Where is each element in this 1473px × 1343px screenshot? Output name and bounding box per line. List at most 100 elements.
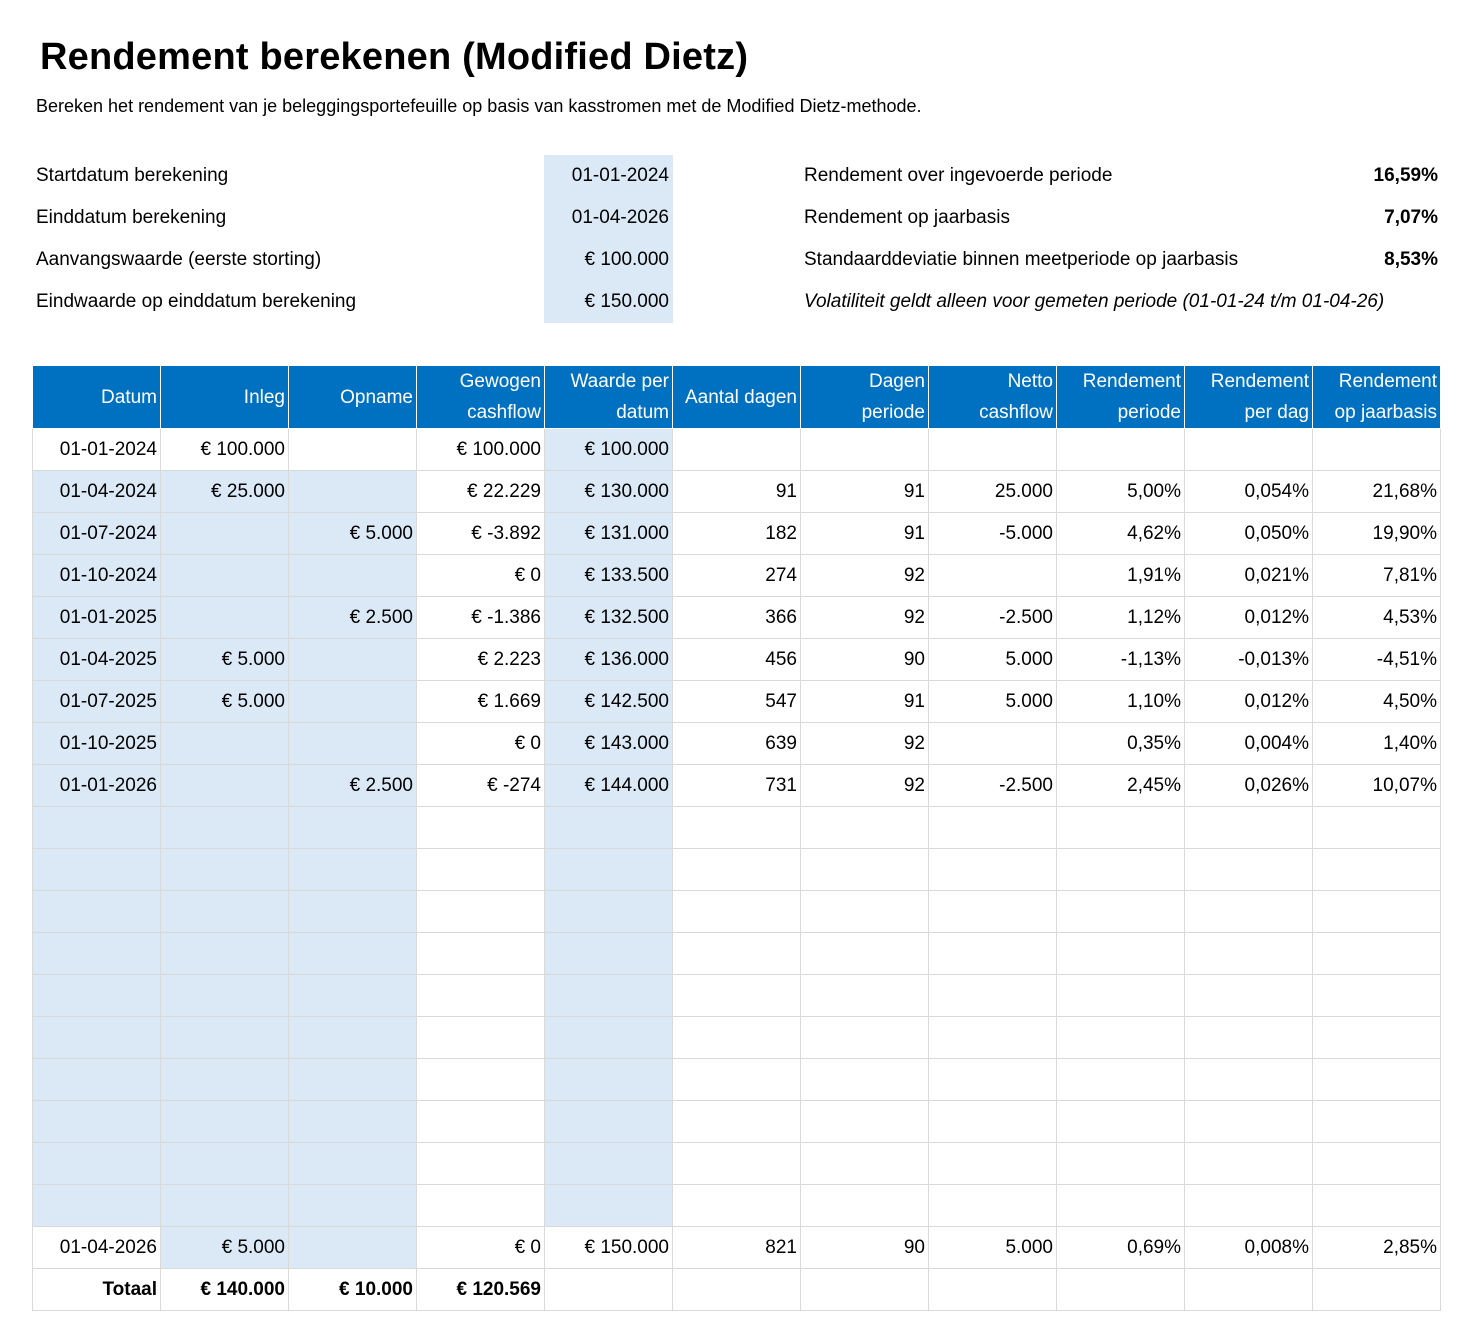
cell-rendement-jaarbasis[interactable] <box>1312 974 1441 1017</box>
cell-rendement-periode[interactable] <box>1056 1142 1185 1185</box>
cell-aantal-dagen[interactable]: 274 <box>672 554 801 597</box>
cell-datum[interactable]: 01-04-2025 <box>32 638 161 681</box>
total-cell-opname[interactable]: € 10.000 <box>288 1268 417 1311</box>
cell-gewogen-cashflow[interactable]: € -1.386 <box>416 596 545 639</box>
cell-opname[interactable] <box>288 722 417 765</box>
cell-datum[interactable]: 01-04-2024 <box>32 470 161 513</box>
cell-aantal-dagen[interactable]: 91 <box>672 470 801 513</box>
cell-netto-cashflow[interactable] <box>928 722 1057 765</box>
cell-dagen-periode[interactable] <box>800 848 929 891</box>
cell-rendement-jaarbasis[interactable] <box>1312 806 1441 849</box>
cell-datum[interactable]: 01-04-2026 <box>32 1226 161 1269</box>
cell-datum[interactable] <box>32 890 161 933</box>
cell-datum[interactable] <box>32 974 161 1017</box>
cell-rendement-per-dag[interactable]: 0,012% <box>1184 680 1313 723</box>
cell-waarde-per-datum[interactable]: € 144.000 <box>544 764 673 807</box>
cell-netto-cashflow[interactable]: -5.000 <box>928 512 1057 555</box>
cell-inleg[interactable] <box>160 1100 289 1143</box>
cell-rendement-jaarbasis[interactable] <box>1312 848 1441 891</box>
cell-rendement-jaarbasis[interactable] <box>1312 1100 1441 1143</box>
cell-datum[interactable] <box>32 1016 161 1059</box>
cell-waarde-per-datum[interactable] <box>544 848 673 891</box>
cell-rendement-jaarbasis[interactable]: 19,90% <box>1312 512 1441 555</box>
cell-rendement-per-dag[interactable]: 0,021% <box>1184 554 1313 597</box>
cell-netto-cashflow[interactable] <box>928 974 1057 1017</box>
cell-dagen-periode[interactable] <box>800 1184 929 1227</box>
cell-opname[interactable] <box>288 1184 417 1227</box>
cell-inleg[interactable]: € 5.000 <box>160 680 289 723</box>
cell-opname[interactable] <box>288 806 417 849</box>
cell-opname[interactable] <box>288 974 417 1017</box>
cell-rendement-jaarbasis[interactable]: -4,51% <box>1312 638 1441 681</box>
cell-waarde-per-datum[interactable] <box>544 1058 673 1101</box>
total-cell-waarde-per-datum[interactable] <box>544 1268 673 1311</box>
cell-aantal-dagen[interactable] <box>672 848 801 891</box>
cell-inleg[interactable] <box>160 554 289 597</box>
cell-aantal-dagen[interactable]: 182 <box>672 512 801 555</box>
cell-rendement-periode[interactable]: 4,62% <box>1056 512 1185 555</box>
annual-return-value[interactable]: 7,07% <box>1384 207 1438 229</box>
cell-aantal-dagen[interactable] <box>672 1142 801 1185</box>
cell-gewogen-cashflow[interactable]: € 0 <box>416 1226 545 1269</box>
total-cell-datum[interactable]: Totaal <box>32 1268 161 1311</box>
cell-waarde-per-datum[interactable]: € 133.500 <box>544 554 673 597</box>
cell-opname[interactable] <box>288 932 417 975</box>
cell-waarde-per-datum[interactable] <box>544 1142 673 1185</box>
cell-rendement-per-dag[interactable] <box>1184 428 1313 471</box>
cell-waarde-per-datum[interactable] <box>544 932 673 975</box>
cell-datum[interactable] <box>32 1058 161 1101</box>
cell-netto-cashflow[interactable] <box>928 890 1057 933</box>
cell-opname[interactable] <box>288 1226 417 1269</box>
cell-gewogen-cashflow[interactable] <box>416 1058 545 1101</box>
cell-gewogen-cashflow[interactable]: € 0 <box>416 554 545 597</box>
cell-aantal-dagen[interactable] <box>672 890 801 933</box>
cell-datum[interactable]: 01-07-2024 <box>32 512 161 555</box>
cell-inleg[interactable] <box>160 1184 289 1227</box>
cell-datum[interactable]: 01-01-2026 <box>32 764 161 807</box>
cell-inleg[interactable] <box>160 890 289 933</box>
cell-aantal-dagen[interactable] <box>672 806 801 849</box>
cell-dagen-periode[interactable] <box>800 890 929 933</box>
cell-inleg[interactable]: € 25.000 <box>160 470 289 513</box>
cell-netto-cashflow[interactable]: 5.000 <box>928 638 1057 681</box>
column-header-inleg[interactable]: Inleg <box>160 365 289 429</box>
cell-dagen-periode[interactable] <box>800 806 929 849</box>
cell-inleg[interactable]: € 5.000 <box>160 638 289 681</box>
cell-gewogen-cashflow[interactable] <box>416 890 545 933</box>
cell-netto-cashflow[interactable]: -2.500 <box>928 764 1057 807</box>
cell-netto-cashflow[interactable]: 5.000 <box>928 680 1057 723</box>
cell-rendement-jaarbasis[interactable]: 7,81% <box>1312 554 1441 597</box>
cell-inleg[interactable] <box>160 764 289 807</box>
cell-dagen-periode[interactable]: 92 <box>800 722 929 765</box>
cell-inleg[interactable] <box>160 806 289 849</box>
cell-datum[interactable]: 01-01-2024 <box>32 428 161 471</box>
cell-rendement-per-dag[interactable] <box>1184 1058 1313 1101</box>
cell-opname[interactable]: € 5.000 <box>288 512 417 555</box>
cell-opname[interactable] <box>288 428 417 471</box>
cell-waarde-per-datum[interactable] <box>544 806 673 849</box>
cell-netto-cashflow[interactable] <box>928 1142 1057 1185</box>
cell-waarde-per-datum[interactable] <box>544 1184 673 1227</box>
cell-rendement-per-dag[interactable]: 0,008% <box>1184 1226 1313 1269</box>
cell-netto-cashflow[interactable]: -2.500 <box>928 596 1057 639</box>
cell-dagen-periode[interactable] <box>800 1100 929 1143</box>
cell-inleg[interactable] <box>160 932 289 975</box>
column-header-rendement-jaarbasis[interactable]: Rendement op jaarbasis <box>1312 365 1441 429</box>
cell-aantal-dagen[interactable]: 731 <box>672 764 801 807</box>
cell-dagen-periode[interactable]: 92 <box>800 764 929 807</box>
start-date-input[interactable]: 01-01-2024 <box>544 155 673 197</box>
cell-netto-cashflow[interactable] <box>928 1058 1057 1101</box>
cell-waarde-per-datum[interactable]: € 142.500 <box>544 680 673 723</box>
cell-opname[interactable] <box>288 1142 417 1185</box>
cell-dagen-periode[interactable] <box>800 932 929 975</box>
cell-rendement-periode[interactable] <box>1056 1184 1185 1227</box>
cell-rendement-periode[interactable] <box>1056 428 1185 471</box>
cell-datum[interactable]: 01-07-2025 <box>32 680 161 723</box>
cell-rendement-per-dag[interactable] <box>1184 932 1313 975</box>
cell-opname[interactable] <box>288 1016 417 1059</box>
total-cell-inleg[interactable]: € 140.000 <box>160 1268 289 1311</box>
cell-rendement-periode[interactable]: 5,00% <box>1056 470 1185 513</box>
cell-aantal-dagen[interactable] <box>672 1100 801 1143</box>
cell-datum[interactable] <box>32 1184 161 1227</box>
cell-dagen-periode[interactable]: 91 <box>800 470 929 513</box>
